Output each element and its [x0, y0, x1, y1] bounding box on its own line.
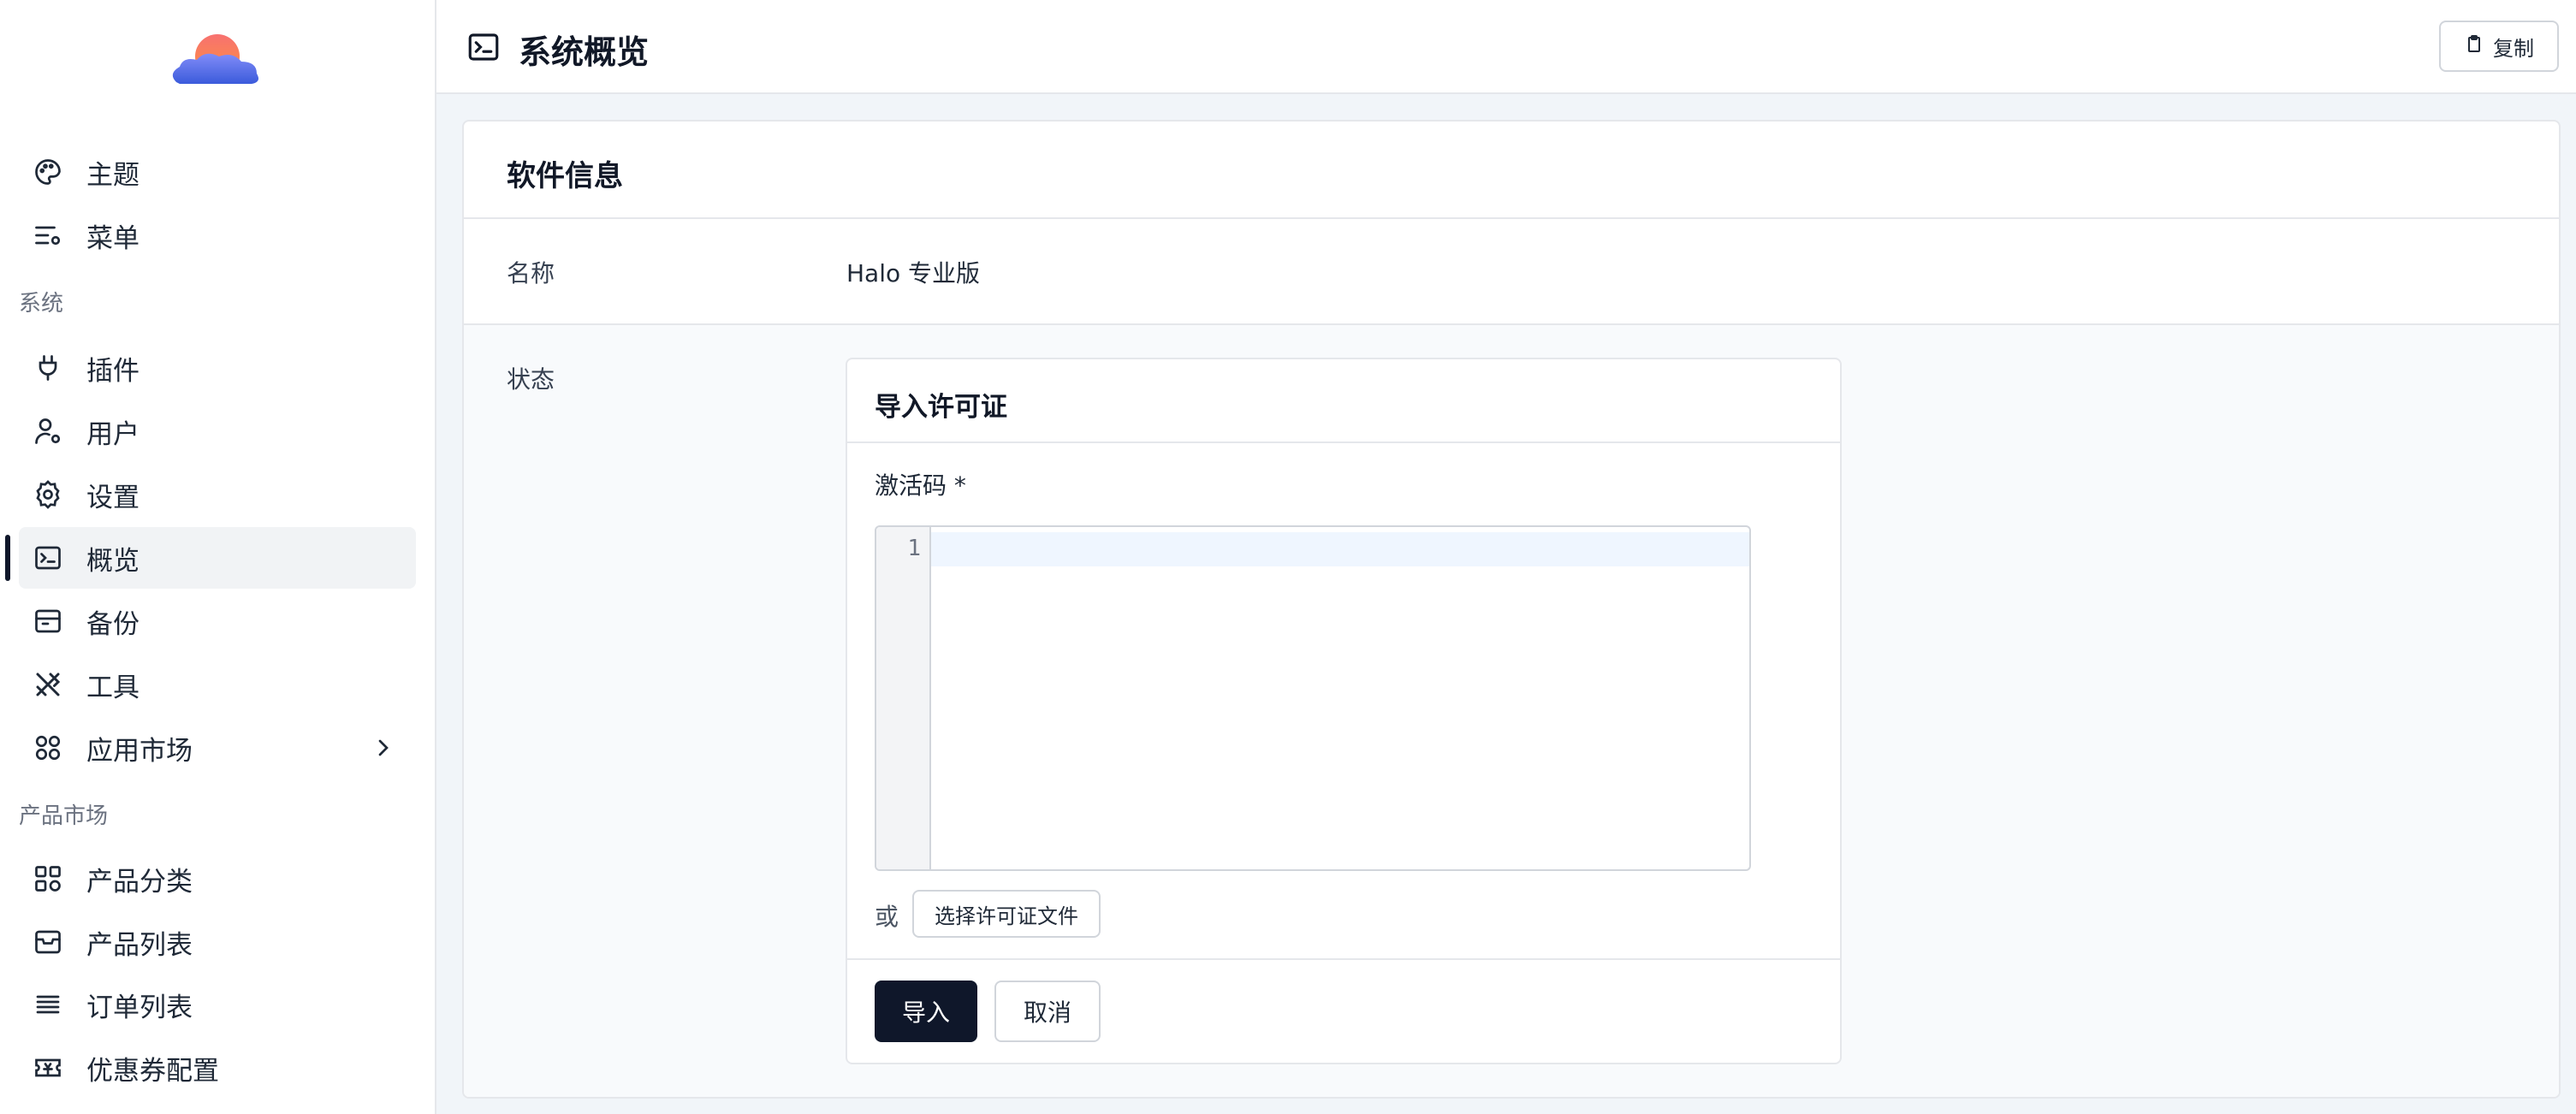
sidebar-item-label: 订单列表	[86, 992, 193, 1023]
activation-code-editor[interactable]: 1	[875, 525, 1751, 871]
sidebar-item-backup[interactable]: 备份	[19, 590, 416, 652]
sidebar-item-users[interactable]: 用户	[19, 400, 416, 462]
sidebar-item-label: 菜单	[86, 222, 139, 254]
sidebar-item-label: 应用市场	[86, 735, 193, 767]
select-license-file-button[interactable]: 选择许可证文件	[912, 890, 1101, 938]
sidebar-item-theme[interactable]: 主题	[19, 141, 416, 203]
archive-icon	[33, 606, 63, 637]
row-key: 状态	[507, 365, 555, 394]
section-label-product-market: 产品市场	[19, 803, 109, 829]
or-text: 或	[875, 903, 899, 931]
list-icon	[33, 989, 63, 1020]
line-number: 1	[907, 536, 921, 561]
editor-gutter: 1	[876, 527, 931, 869]
coupon-icon	[33, 1052, 63, 1083]
sidebar-item-tools[interactable]: 工具	[19, 654, 416, 715]
chevron-right-icon	[370, 734, 397, 761]
row-key: 名称	[507, 259, 555, 287]
terminal-icon	[33, 542, 63, 573]
copy-button-label: 复制	[2493, 36, 2534, 61]
info-row-status: 状态 导入许可证 激活码 * 1 或 选择许可证文件 导入 取消	[464, 325, 2559, 1097]
software-info-card: 软件信息 名称 Halo 专业版 状态 导入许可证 激活码 * 1 或 选择许可…	[462, 120, 2561, 1099]
sidebar-item-order-list[interactable]: 订单列表	[19, 974, 416, 1035]
sidebar-item-product-category[interactable]: 产品分类	[19, 848, 416, 910]
active-line-highlight	[931, 532, 1749, 566]
page-title: 系统概览	[519, 33, 650, 71]
activation-code-label: 激活码 *	[875, 471, 966, 500]
sidebar-item-label: 产品列表	[86, 929, 193, 961]
clipboard-icon	[2464, 33, 2484, 59]
tools-icon	[33, 669, 63, 700]
sidebar-item-label: 优惠券配置	[86, 1055, 219, 1087]
cancel-button[interactable]: 取消	[994, 981, 1101, 1042]
palette-icon	[33, 157, 63, 187]
sidebar-item-label: 插件	[86, 355, 139, 387]
sidebar-item-menu[interactable]: 菜单	[19, 204, 416, 266]
card-title: 软件信息	[507, 159, 623, 193]
sidebar-item-label: 用户	[86, 418, 139, 450]
user-settings-icon	[33, 416, 63, 447]
gear-icon	[33, 479, 63, 510]
info-row-name: 名称 Halo 专业版	[464, 219, 2559, 325]
import-license-panel: 导入许可证 激活码 * 1 或 选择许可证文件 导入 取消	[846, 358, 1842, 1064]
sidebar-item-label: 主题	[86, 159, 139, 191]
sidebar-item-plugins[interactable]: 插件	[19, 337, 416, 399]
inbox-icon	[33, 927, 63, 957]
plug-icon	[33, 353, 63, 383]
terminal-icon	[466, 29, 502, 65]
sidebar-item-app-market[interactable]: 应用市场	[19, 717, 416, 779]
page-header: 系统概览 复制	[436, 0, 2576, 94]
row-value: Halo 专业版	[846, 259, 981, 287]
sidebar-item-settings[interactable]: 设置	[19, 464, 416, 525]
sidebar-item-overview[interactable]: 概览	[19, 527, 416, 589]
import-button[interactable]: 导入	[875, 981, 977, 1042]
logo	[172, 34, 258, 84]
apps-icon	[33, 732, 63, 763]
sidebar-item-label: 工具	[86, 672, 139, 703]
copy-button[interactable]: 复制	[2439, 21, 2559, 72]
sidebar-item-label: 备份	[86, 608, 139, 640]
section-label-system: 系统	[19, 291, 64, 317]
sidebar-item-label: 概览	[86, 545, 139, 577]
category-icon	[33, 863, 63, 894]
active-indicator	[5, 535, 10, 581]
sidebar-item-coupon-config[interactable]: 优惠券配置	[19, 1037, 416, 1099]
sidebar-item-product-list[interactable]: 产品列表	[19, 911, 416, 973]
panel-title: 导入许可证	[875, 392, 1007, 423]
divider	[847, 958, 1840, 960]
sidebar: 主题 菜单 系统 插件 用户 设置 概览 备份 工具 应用市场 产品市场 产品分…	[0, 0, 436, 1114]
card-header: 软件信息	[464, 121, 2559, 219]
panel-header: 导入许可证	[847, 359, 1840, 443]
sidebar-item-label: 设置	[86, 482, 139, 513]
sidebar-item-label: 产品分类	[86, 866, 193, 898]
menu-settings-icon	[33, 220, 63, 251]
